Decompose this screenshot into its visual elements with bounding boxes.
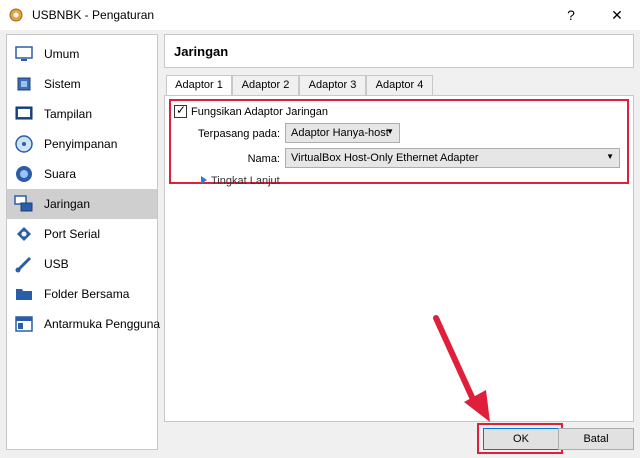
- check-mark-icon: ✓: [176, 103, 187, 117]
- display-icon: [15, 106, 33, 120]
- sidebar-item-usb[interactable]: USB: [7, 249, 157, 279]
- tab-adaptor-4[interactable]: Adaptor 4: [366, 75, 433, 96]
- page-title: Jaringan: [174, 44, 229, 59]
- cancel-button[interactable]: Batal: [558, 428, 634, 450]
- page-header: Jaringan: [164, 34, 634, 68]
- help-button[interactable]: ?: [548, 0, 594, 30]
- enable-adapter-label: Fungsikan Adaptor Jaringan: [191, 106, 328, 118]
- settings-window: USBNBK - Pengaturan ? ✕ Umum Sistem Tamp…: [0, 0, 640, 458]
- adapter-name-select[interactable]: VirtualBox Host-Only Ethernet Adapter ▼: [285, 148, 620, 168]
- chip-icon: [17, 77, 31, 91]
- network-icon: [14, 195, 33, 212]
- chevron-down-icon: ▼: [386, 127, 394, 136]
- sidebar-item-label: Suara: [44, 167, 77, 181]
- advanced-toggle[interactable]: Tingkat Lanjut: [211, 175, 280, 187]
- sidebar-item-umum[interactable]: Umum: [7, 39, 157, 69]
- interface-icon: [15, 316, 33, 332]
- sidebar-item-sistem[interactable]: Sistem: [7, 69, 157, 99]
- sidebar-item-label: Penyimpanan: [44, 137, 118, 151]
- serial-port-icon: [17, 227, 31, 241]
- gear-icon: [9, 8, 23, 22]
- sidebar-item-label: Jaringan: [44, 197, 91, 211]
- expand-triangle-icon[interactable]: [201, 176, 207, 184]
- sidebar-item-label: Tampilan: [44, 107, 93, 121]
- name-label: Nama:: [247, 153, 280, 165]
- sidebar-item-label: Antarmuka Pengguna: [44, 317, 161, 331]
- close-button[interactable]: ✕: [594, 0, 640, 30]
- sidebar-item-label: Sistem: [44, 77, 81, 91]
- adapter-name-value: VirtualBox Host-Only Ethernet Adapter: [291, 152, 479, 164]
- tab-adaptor-1[interactable]: Adaptor 1: [166, 75, 232, 97]
- usb-icon: [15, 256, 32, 273]
- attached-to-label: Terpasang pada:: [198, 128, 280, 140]
- sidebar-item-label: Port Serial: [44, 227, 101, 241]
- sidebar-item-penyimpanan[interactable]: Penyimpanan: [7, 129, 157, 159]
- title-bar: USBNBK - Pengaturan ? ✕: [0, 0, 640, 30]
- tab-adaptor-2[interactable]: Adaptor 2: [232, 75, 299, 96]
- sidebar-item-suara[interactable]: Suara: [7, 159, 157, 189]
- sidebar-item-folder-bersama[interactable]: Folder Bersama: [7, 279, 157, 309]
- sidebar-item-port-serial[interactable]: Port Serial: [7, 219, 157, 249]
- speaker-icon: [16, 166, 32, 182]
- enable-adapter-checkbox[interactable]: ✓: [174, 103, 187, 118]
- attached-to-value: Adaptor Hanya-host: [291, 127, 389, 139]
- sidebar-item-label: USB: [44, 257, 69, 271]
- sidebar-item-jaringan[interactable]: Jaringan: [7, 189, 157, 219]
- sidebar-item-label: Umum: [44, 47, 80, 61]
- red-arrow-annotation: [433, 315, 490, 422]
- sidebar-item-tampilan[interactable]: Tampilan: [7, 99, 157, 129]
- tab-adaptor-3[interactable]: Adaptor 3: [299, 75, 366, 96]
- ok-button[interactable]: OK: [483, 428, 559, 450]
- attached-to-select[interactable]: Adaptor Hanya-host ▼: [285, 123, 400, 143]
- settings-sidebar: Umum Sistem Tampilan Penyimpanan Suara J…: [6, 34, 161, 450]
- storage-icon: [15, 135, 33, 153]
- chevron-down-icon: ▼: [606, 152, 614, 161]
- sidebar-item-label: Folder Bersama: [44, 287, 130, 301]
- folder-icon: [16, 289, 32, 300]
- sidebar-item-antarmuka-pengguna[interactable]: Antarmuka Pengguna: [7, 309, 161, 339]
- monitor-icon: [15, 46, 33, 61]
- window-title: USBNBK - Pengaturan: [32, 8, 155, 22]
